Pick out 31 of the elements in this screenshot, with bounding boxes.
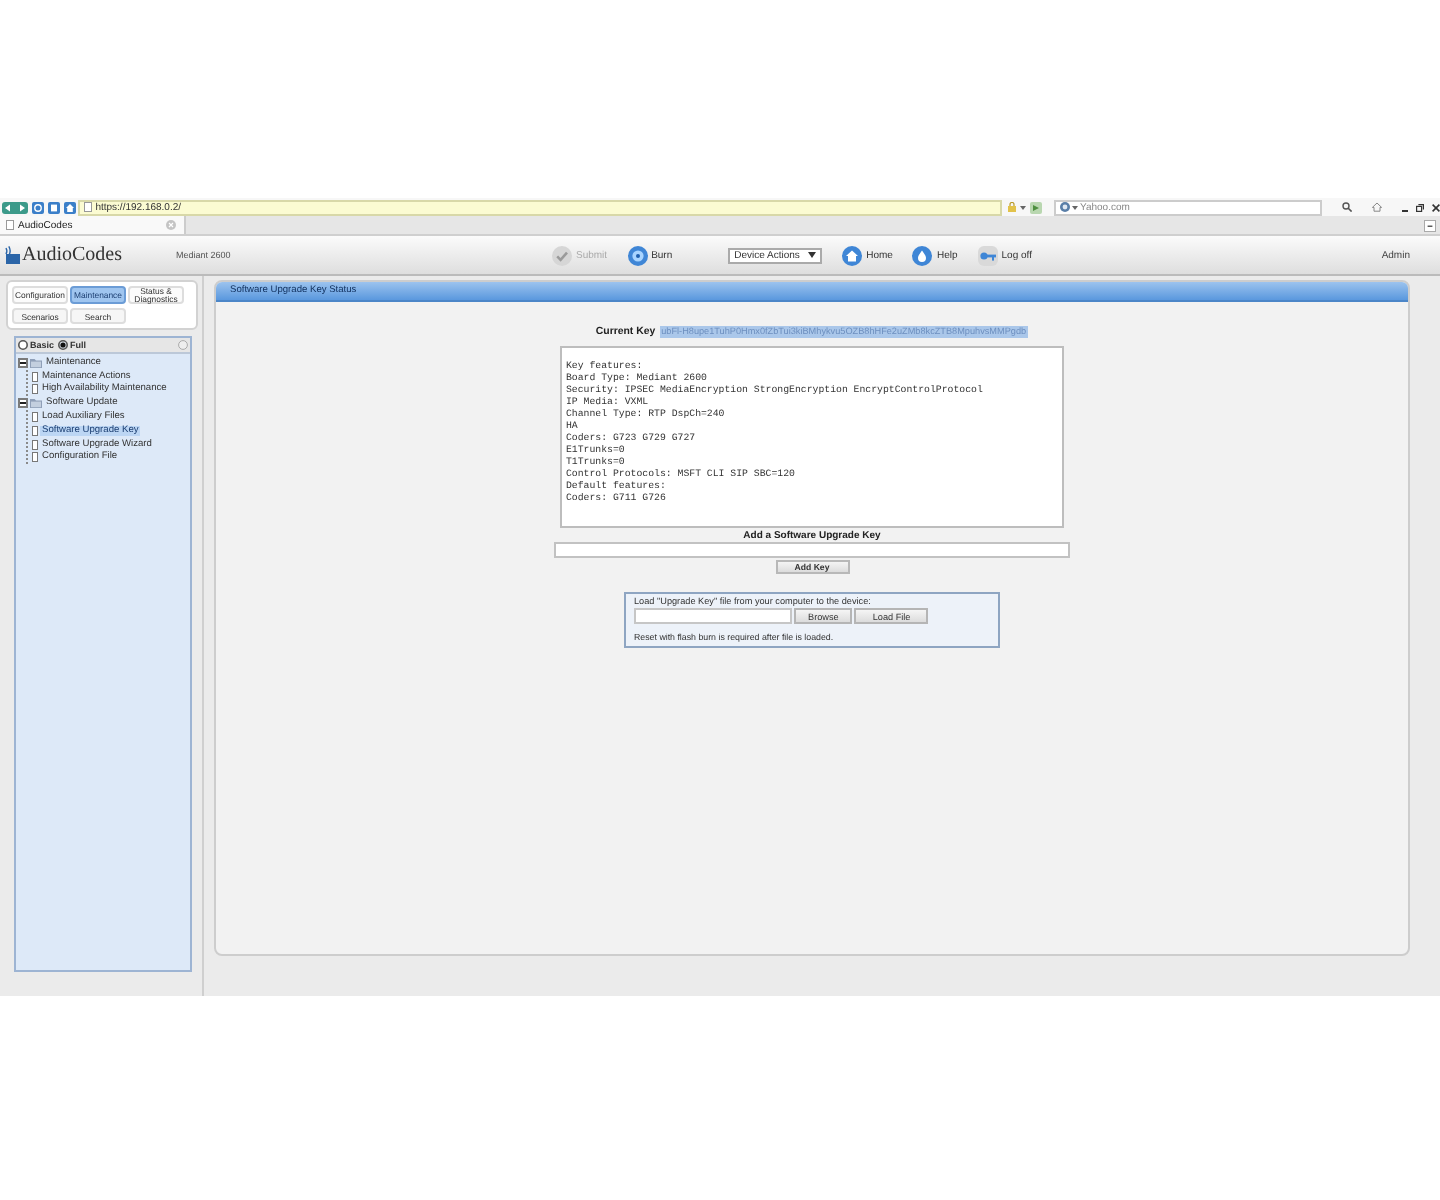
globe-icon <box>1060 202 1070 212</box>
droplet-icon <box>912 245 933 265</box>
minus-box-icon[interactable] <box>18 357 28 368</box>
caret-icon <box>808 252 817 258</box>
search-icon[interactable] <box>1342 202 1352 212</box>
key-icon <box>977 245 998 265</box>
caret-icon <box>1072 205 1078 209</box>
file-input-field[interactable] <box>634 608 792 624</box>
key-input-field[interactable] <box>554 542 1070 558</box>
page-icon <box>6 220 14 230</box>
back-forward-icon[interactable] <box>2 201 28 213</box>
radio-button-icon[interactable] <box>58 340 69 350</box>
house-icon <box>842 245 863 265</box>
check-icon <box>552 245 572 265</box>
radio-button-icon[interactable] <box>18 340 28 350</box>
lock-icon <box>1008 202 1016 212</box>
restore-icon[interactable] <box>1416 203 1424 211</box>
close-icon[interactable] <box>1432 203 1440 211</box>
minimize-icon[interactable] <box>1424 219 1436 231</box>
folder-icon <box>30 398 42 409</box>
folder-icon <box>30 357 42 368</box>
go-arrow-icon[interactable] <box>1030 201 1042 213</box>
home-icon[interactable] <box>64 201 76 213</box>
page-tile-icon[interactable] <box>48 201 60 213</box>
logo-text: AudioCodes <box>22 244 122 266</box>
refresh-icon[interactable] <box>32 201 44 213</box>
caret-icon[interactable] <box>1020 205 1026 209</box>
minus-box-icon[interactable] <box>18 398 28 409</box>
logo-icon <box>4 246 20 264</box>
home-icon[interactable] <box>1372 202 1382 212</box>
disc-icon <box>627 245 648 265</box>
